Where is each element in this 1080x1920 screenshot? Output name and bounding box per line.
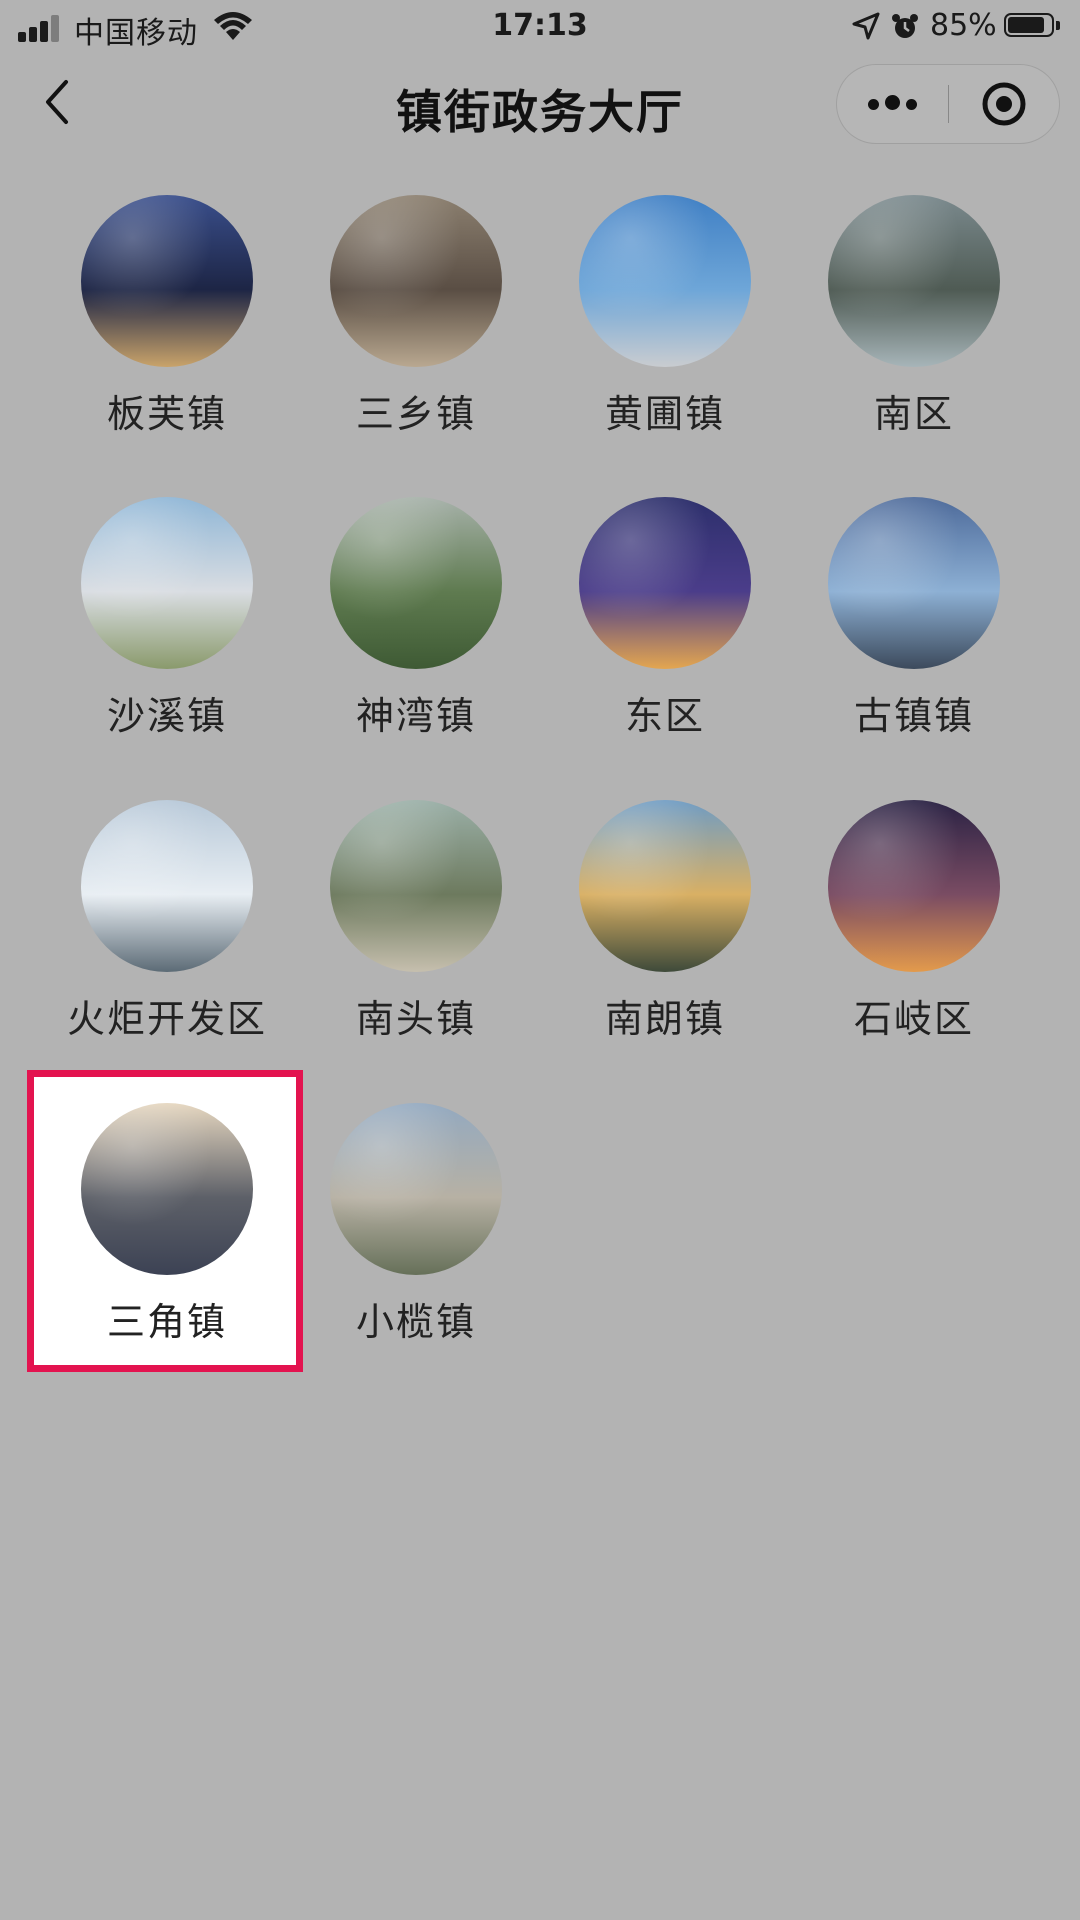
town-name: 南朗镇 [604, 997, 725, 1041]
town-name: 沙溪镇 [106, 694, 227, 738]
town-name: 板芙镇 [106, 392, 227, 436]
town-name: 三角镇 [106, 1300, 227, 1344]
ferris-wheel-night-photo [828, 800, 1000, 972]
town-tile[interactable]: 南头镇 [275, 800, 525, 1041]
town-tile[interactable]: 沙溪镇 [26, 497, 276, 738]
town-cloudy-sky-photo [81, 497, 253, 669]
twin-towers-photo [828, 497, 1000, 669]
town-name: 小榄镇 [355, 1300, 476, 1344]
city-highrise-photo [330, 1103, 502, 1275]
town-name: 石岐区 [853, 997, 974, 1041]
modern-buildings-photo [81, 800, 253, 972]
residential-aerial-photo [330, 195, 502, 367]
town-tile[interactable]: 黄圃镇 [524, 195, 774, 436]
town-tile[interactable]: 小榄镇 [275, 1103, 525, 1344]
town-name: 神湾镇 [355, 694, 476, 738]
sunset-wetland-photo [579, 800, 751, 972]
town-name: 古镇镇 [853, 694, 974, 738]
river-town-aerial-photo [330, 800, 502, 972]
town-tile[interactable]: 神湾镇 [275, 497, 525, 738]
town-tile[interactable]: 板芙镇 [26, 195, 276, 436]
town-tile[interactable]: 南区 [773, 195, 1023, 436]
town-grid: 板芙镇 三乡镇 黄圃镇 南区沙溪镇 神湾镇 东区 古镇镇火炬开发区 南头镇 南朗镇 石岐区三角镇 小… [0, 0, 1080, 1920]
town-name: 南头镇 [355, 997, 476, 1041]
town-name: 三乡镇 [355, 392, 476, 436]
town-tile[interactable]: 火炬开发区 [26, 800, 276, 1041]
city-night-towers-photo [579, 497, 751, 669]
green-hills-photo [330, 497, 502, 669]
town-tile[interactable]: 南朗镇 [524, 800, 774, 1041]
town-tile[interactable]: 石岐区 [773, 800, 1023, 1041]
sunrise-city-photo [81, 1103, 253, 1275]
blue-sky-industrial-photo [579, 195, 751, 367]
town-tile[interactable]: 三角镇 [27, 1070, 303, 1372]
town-name: 东区 [624, 694, 705, 738]
city-night-aerial-photo [81, 195, 253, 367]
lake-park-aerial-photo [828, 195, 1000, 367]
town-name: 南区 [873, 392, 954, 436]
town-name: 火炬开发区 [66, 997, 267, 1041]
town-name: 黄圃镇 [604, 392, 725, 436]
town-tile[interactable]: 三乡镇 [275, 195, 525, 436]
town-tile[interactable]: 古镇镇 [773, 497, 1023, 738]
town-tile[interactable]: 东区 [524, 497, 774, 738]
